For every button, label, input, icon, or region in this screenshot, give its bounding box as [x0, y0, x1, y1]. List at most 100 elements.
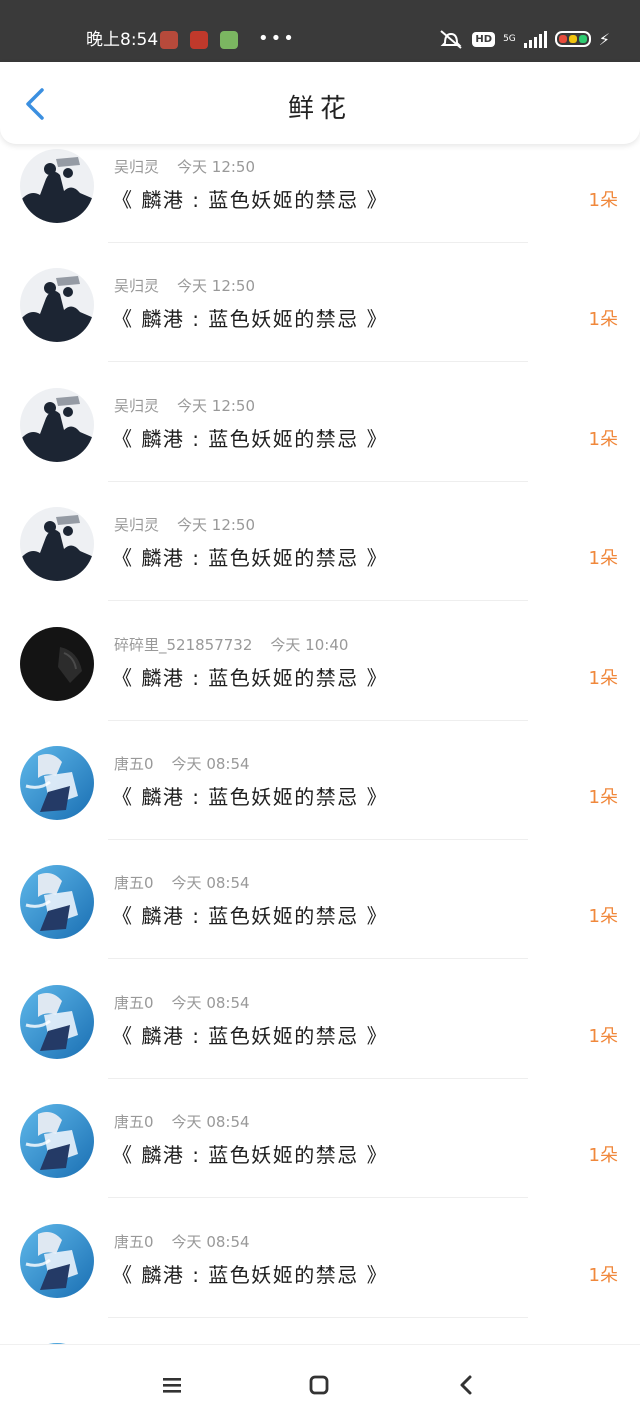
row-divider	[108, 1077, 528, 1079]
book-title[interactable]: 《 麟港 : 蓝色妖姬的禁忌 》	[112, 781, 388, 810]
book-title[interactable]: 《 麟港 : 蓝色妖姬的禁忌 》	[112, 900, 388, 929]
user-avatar[interactable]	[20, 268, 94, 343]
record-time: 今天 12:50	[177, 396, 256, 415]
flower-record-row[interactable]: 唐五0 今天 08:54 《 麟港 : 蓝色妖姬的禁忌 》 1朵	[0, 1219, 640, 1338]
record-meta: 吴归灵 今天 12:50	[114, 275, 255, 296]
book-title[interactable]: 《 麟港 : 蓝色妖姬的禁忌 》	[112, 423, 388, 452]
username[interactable]: 唐五0	[114, 874, 154, 892]
record-meta: 吴归灵 今天 12:50	[114, 514, 255, 535]
username[interactable]: 唐五0	[114, 755, 154, 773]
flower-count: 1朵	[588, 1264, 618, 1286]
user-avatar[interactable]	[20, 387, 94, 462]
flower-count: 1朵	[588, 667, 618, 689]
status-bar: 晚上8:54 ••• HD 5G ⚡	[0, 0, 640, 62]
row-divider	[108, 1316, 528, 1318]
record-time: 今天 08:54	[171, 755, 250, 773]
record-time: 今天 08:54	[171, 993, 250, 1012]
menu-icon	[163, 1378, 181, 1393]
record-meta: 唐五0 今天 08:54	[114, 753, 250, 774]
record-time: 今天 12:50	[177, 516, 256, 535]
username[interactable]: 吴归灵	[114, 277, 159, 295]
row-divider	[108, 361, 528, 363]
flower-count: 1朵	[588, 906, 618, 928]
home-button[interactable]	[303, 1369, 335, 1401]
user-avatar[interactable]	[20, 149, 94, 223]
row-divider	[108, 839, 528, 840]
username[interactable]: 吴归灵	[114, 158, 159, 176]
book-title[interactable]: 《 麟港 : 蓝色妖姬的禁忌 》	[112, 542, 388, 571]
flower-count: 1朵	[588, 548, 618, 570]
record-meta: 碎碎里_521857732 今天 10:40	[114, 634, 348, 655]
flower-record-row[interactable]: 唐五0 今天 08:54 《 麟港 : 蓝色妖姬的禁忌 》 1朵	[0, 860, 640, 979]
signal-icon	[523, 30, 547, 48]
hd-icon: HD	[472, 31, 496, 47]
menu-button[interactable]	[156, 1369, 188, 1401]
row-divider	[108, 480, 528, 482]
username[interactable]: 吴归灵	[114, 397, 159, 415]
status-app-icons	[160, 31, 238, 49]
user-avatar[interactable]	[20, 746, 94, 820]
record-time: 今天 08:54	[171, 874, 250, 893]
flower-count: 1朵	[588, 190, 618, 211]
flower-record-row[interactable]: 吴归灵 今天 12:50 《 麟港 : 蓝色妖姬的禁忌 》 1朵	[0, 502, 640, 621]
flower-count: 1朵	[588, 309, 618, 331]
flower-record-row[interactable]: 唐五0 今天 08:54 《 麟港 : 蓝色妖姬的禁忌 》 1朵	[0, 980, 640, 1099]
back-icon	[460, 1375, 472, 1395]
app-notification-icon	[220, 31, 238, 49]
username[interactable]: 唐五0	[114, 1233, 154, 1251]
record-meta: 唐五0 今天 08:54	[114, 1111, 250, 1132]
record-time: 今天 12:50	[177, 277, 256, 296]
row-divider	[108, 1197, 528, 1199]
system-back-button[interactable]	[450, 1369, 482, 1401]
record-meta: 吴归灵 今天 12:50	[114, 156, 255, 177]
user-avatar[interactable]	[20, 865, 94, 940]
user-avatar[interactable]	[20, 1104, 94, 1179]
status-time: 晚上8:54	[86, 30, 159, 50]
username[interactable]: 唐五0	[114, 994, 154, 1012]
record-time: 今天 12:50	[177, 158, 256, 176]
flower-record-row[interactable]: 吴归灵 今天 12:50 《 麟港 : 蓝色妖姬的禁忌 》 1朵	[0, 263, 640, 382]
app-notification-icon	[160, 31, 178, 49]
flower-record-row[interactable]: 吴归灵 今天 12:50 《 麟港 : 蓝色妖姬的禁忌 》 1朵	[0, 383, 640, 502]
flower-record-row[interactable]: 吴归灵 今天 12:50 《 麟港 : 蓝色妖姬的禁忌 》 1朵	[0, 144, 640, 263]
status-indicators: HD 5G ⚡	[438, 29, 610, 49]
network-label: 5G	[503, 34, 516, 44]
charging-icon: ⚡	[598, 29, 610, 49]
flower-count: 1朵	[588, 428, 618, 450]
book-title[interactable]: 《 麟港 : 蓝色妖姬的禁忌 》	[112, 303, 388, 332]
book-title[interactable]: 《 麟港 : 蓝色妖姬的禁忌 》	[112, 1259, 388, 1288]
record-meta: 唐五0 今天 08:54	[114, 1231, 250, 1252]
user-avatar[interactable]	[20, 984, 94, 1059]
record-meta: 吴归灵 今天 12:50	[114, 395, 255, 416]
row-divider	[108, 242, 528, 243]
flower-record-row[interactable]: 碎碎里_521857732 今天 10:40 《 麟港 : 蓝色妖姬的禁忌 》 1朵	[0, 622, 640, 741]
record-time: 今天 08:54	[171, 1232, 250, 1251]
record-meta: 唐五0 今天 08:54	[114, 872, 250, 893]
row-divider	[108, 600, 528, 602]
more-notifications-icon: •••	[258, 28, 296, 49]
flower-count: 1朵	[588, 1145, 618, 1167]
user-avatar[interactable]	[20, 626, 94, 701]
book-title[interactable]: 《 麟港 : 蓝色妖姬的禁忌 》	[112, 184, 388, 213]
book-title[interactable]: 《 麟港 : 蓝色妖姬的禁忌 》	[112, 662, 388, 691]
username[interactable]: 碎碎里_521857732	[114, 636, 252, 654]
record-time: 今天 08:54	[171, 1113, 250, 1132]
record-meta: 唐五0 今天 08:54	[114, 992, 250, 1013]
user-avatar[interactable]	[20, 1223, 94, 1298]
system-navigation-bar	[0, 1344, 640, 1422]
mute-icon	[440, 30, 463, 49]
flower-count: 1朵	[588, 787, 618, 808]
row-divider	[108, 958, 528, 960]
username[interactable]: 吴归灵	[114, 516, 159, 534]
user-avatar[interactable]	[20, 507, 94, 582]
flower-records-list[interactable]: 吴归灵 今天 12:50 《 麟港 : 蓝色妖姬的禁忌 》 1朵 吴归灵 今天 12:50…	[0, 144, 640, 1344]
flower-record-row[interactable]: 唐五0 今天 08:54 《 麟港 : 蓝色妖姬的禁忌 》 1朵	[0, 741, 640, 860]
battery-icon	[554, 31, 591, 47]
flower-record-row[interactable]: 唐五0 今天 08:54 《 麟港 : 蓝色妖姬的禁忌 》 1朵	[0, 1099, 640, 1218]
book-title[interactable]: 《 麟港 : 蓝色妖姬的禁忌 》	[112, 1139, 388, 1168]
page-header: 鲜花	[0, 62, 640, 144]
book-title[interactable]: 《 麟港 : 蓝色妖姬的禁忌 》	[112, 1020, 388, 1049]
app-notification-icon	[190, 31, 208, 49]
row-divider	[108, 719, 528, 721]
username[interactable]: 唐五0	[114, 1113, 154, 1131]
